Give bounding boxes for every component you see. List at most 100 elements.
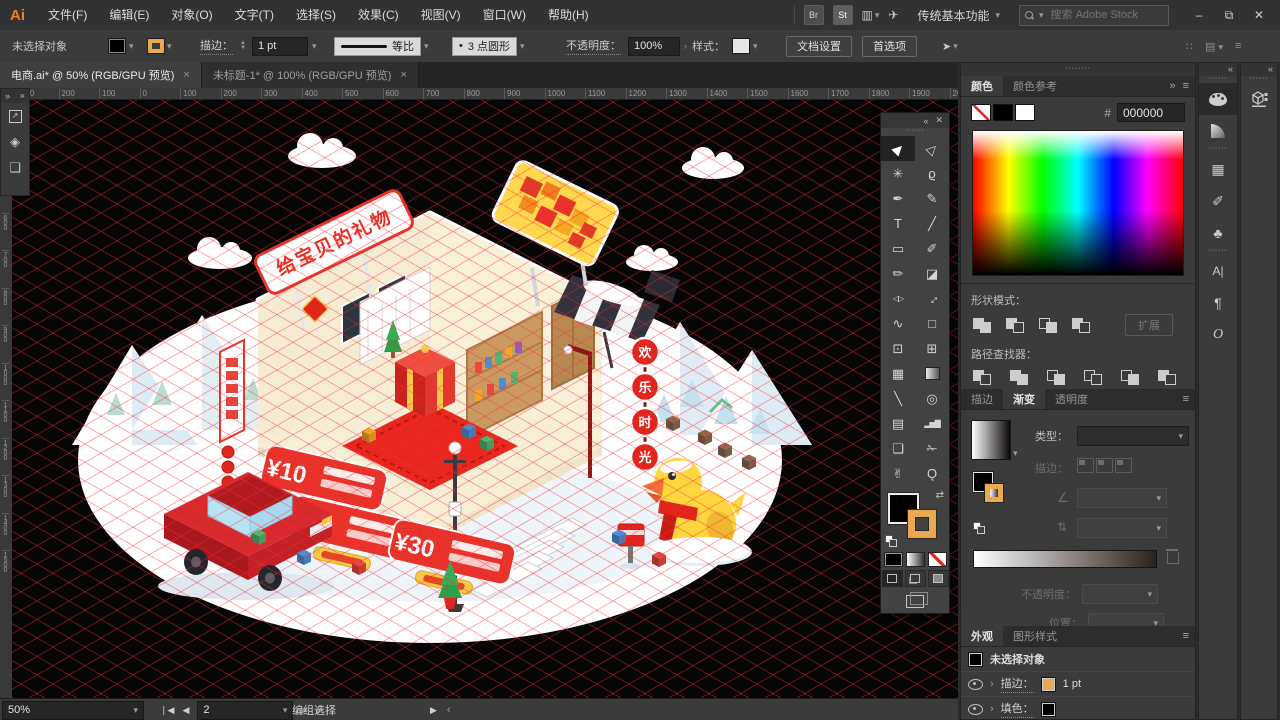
zoom-level-control[interactable]: 50% ▾ <box>2 700 144 720</box>
shape-mode-minus-front[interactable] <box>1004 316 1028 334</box>
lasso-tool[interactable]: ϱ <box>915 161 949 186</box>
gradient-tool[interactable]: ▩ <box>915 361 949 386</box>
opacity-value[interactable]: 100% <box>628 36 680 56</box>
stock-icon[interactable]: St <box>832 5 853 25</box>
menu-item[interactable]: 编辑(E) <box>98 0 160 30</box>
fill-swatch[interactable] <box>1040 701 1056 717</box>
horizontal-ruler[interactable]: 3002001000100200300400500600700800900100… <box>12 88 958 100</box>
search-input[interactable] <box>1048 8 1153 22</box>
share-icon[interactable]: ✈ <box>888 8 898 22</box>
status-play-icon[interactable]: ▶ <box>430 705 437 716</box>
panel-menu-icon[interactable]: ≡ <box>1183 630 1189 642</box>
aspect-dropdown[interactable]: ▾ <box>1077 518 1167 538</box>
menu-item[interactable]: 选择(S) <box>285 0 347 30</box>
select-similar-control[interactable]: ➤ ▾ <box>942 30 958 62</box>
menu-item[interactable]: 文件(F) <box>37 0 98 30</box>
style-swatch[interactable] <box>732 38 750 54</box>
panel-expand-icon[interactable]: » <box>1169 80 1175 92</box>
none-swatch[interactable] <box>971 104 991 121</box>
artboard-number-control[interactable]: 2 ▾ <box>197 700 294 720</box>
menu-item[interactable]: 视图(V) <box>410 0 472 30</box>
prev-artboard-button[interactable]: ◀ <box>182 705 189 716</box>
color-panel-icon[interactable] <box>1199 83 1237 115</box>
slice-tool[interactable]: ✁ <box>915 436 949 461</box>
document-tab[interactable]: 电商.ai* @ 50% (RGB/GPU 预览) × <box>0 62 202 88</box>
asset-export-panel-icon[interactable] <box>1241 83 1277 115</box>
toolbar-collapse-icon[interactable]: « <box>923 116 928 126</box>
artboard-tool[interactable]: ❏ <box>881 436 915 461</box>
delete-stop-icon[interactable] <box>1166 549 1179 564</box>
export-panel-icon[interactable]: ↗ <box>1 103 29 129</box>
toolbar-close-icon[interactable]: ✕ <box>935 115 943 126</box>
symbols-panel-icon[interactable]: ♣ <box>1199 217 1237 249</box>
default-fill-stroke-icon[interactable] <box>885 535 897 547</box>
stroke-swatch[interactable] <box>148 39 164 53</box>
line-segment-tool[interactable]: ╱ <box>915 211 949 236</box>
pen-tool[interactable]: ✒ <box>881 186 915 211</box>
swap-fill-stroke-icon[interactable]: ⇄ <box>936 490 944 501</box>
shape-builder-tool[interactable]: ⊡ <box>881 336 915 361</box>
stock-search[interactable]: ▾ <box>1019 4 1169 26</box>
stroke-weight-label[interactable]: 描边： <box>200 30 233 62</box>
panel-menu-icon[interactable]: ≡ <box>1183 80 1189 92</box>
visibility-eye-icon[interactable] <box>968 703 983 715</box>
scale-tool[interactable]: ↔ <box>915 286 949 311</box>
status-back-icon[interactable]: ‹ <box>447 704 451 716</box>
menu-item[interactable]: 文字(T) <box>224 0 285 30</box>
hand-tool[interactable]: ✌ <box>881 461 915 486</box>
layers-panel-icon[interactable]: ◈ <box>1 129 29 155</box>
pathfinder-merge[interactable] <box>1045 368 1069 386</box>
opentype-panel-icon[interactable]: O <box>1199 319 1237 351</box>
minimize-button[interactable]: – <box>1184 0 1214 30</box>
shape-mode-unite[interactable] <box>971 316 995 334</box>
menu-item[interactable]: 窗口(W) <box>472 0 537 30</box>
stroke-weight-value[interactable]: 1 pt <box>251 36 308 56</box>
stroke-across-button[interactable] <box>1115 458 1132 473</box>
pathfinder-crop[interactable] <box>1082 368 1106 386</box>
tab-stroke[interactable]: 描边 <box>961 389 1003 409</box>
strip-collapse-icon[interactable]: « <box>1268 63 1273 76</box>
character-panel-icon[interactable]: A| <box>1199 255 1237 287</box>
curvature-tool[interactable]: ✎ <box>915 186 949 211</box>
expand-chevron-icon[interactable]: › <box>990 678 994 690</box>
visibility-eye-icon[interactable] <box>968 678 983 690</box>
stroke-weight-control[interactable]: ▲ ▼ 1 pt ▾ <box>240 30 316 62</box>
stroke-along-button[interactable] <box>1096 458 1113 473</box>
pathfinder-trim[interactable] <box>1008 368 1032 386</box>
stroke-swatch[interactable] <box>1040 676 1056 692</box>
black-swatch[interactable] <box>993 104 1013 121</box>
expand-button[interactable]: 扩展 <box>1125 314 1173 336</box>
gradient-thumbnail[interactable] <box>971 420 1011 460</box>
close-button[interactable]: ✕ <box>1244 0 1274 30</box>
zoom-tool[interactable]: Ǫ <box>915 461 949 486</box>
menu-item[interactable]: 对象(O) <box>160 0 223 30</box>
tab-transparency[interactable]: 透明度 <box>1045 389 1098 409</box>
strip-collapse-icon[interactable]: « <box>1228 63 1233 76</box>
preferences[interactable]: 首选项 <box>862 30 917 62</box>
workspace-switcher[interactable]: 传统基本功能 ▾ <box>917 7 1000 24</box>
shaper-tool[interactable]: ✏ <box>881 261 915 286</box>
perspective-grid-tool[interactable]: ⊞ <box>915 336 949 361</box>
shape-mode-intersect[interactable] <box>1037 316 1061 334</box>
restore-button[interactable]: ⧉ <box>1214 0 1244 30</box>
document-setup[interactable]: 文档设置 <box>786 30 852 62</box>
gradient-mode-button[interactable] <box>905 552 925 567</box>
symbol-sprayer-tool[interactable]: ▤ <box>881 411 915 436</box>
opacity-label[interactable]: 不透明度： <box>566 30 621 62</box>
white-swatch[interactable] <box>1015 104 1035 121</box>
eraser-tool[interactable]: ◪ <box>915 261 949 286</box>
document-tab[interactable]: 未标题-1* @ 100% (RGB/GPU 预览) × <box>201 62 419 88</box>
dock-grid-icon[interactable]: ∷ <box>1186 40 1193 53</box>
color-mode-button[interactable] <box>883 552 903 567</box>
gradient-type-dropdown[interactable]: ▾ <box>1077 426 1189 446</box>
none-mode-button[interactable] <box>927 552 947 567</box>
tab-gradient[interactable]: 渐变 <box>1003 389 1045 409</box>
tab-appearance[interactable]: 外观 <box>961 626 1003 646</box>
pathfinder-divide[interactable] <box>971 368 995 386</box>
draw-behind-button[interactable] <box>904 570 926 587</box>
stroke-profile-control[interactable]: 等比 ▾ <box>334 30 429 62</box>
color-spectrum[interactable] <box>972 130 1184 276</box>
gradient-slider[interactable] <box>973 550 1157 568</box>
paintbrush-tool[interactable]: ✐ <box>915 236 949 261</box>
free-transform-tool[interactable]: □ <box>915 311 949 336</box>
